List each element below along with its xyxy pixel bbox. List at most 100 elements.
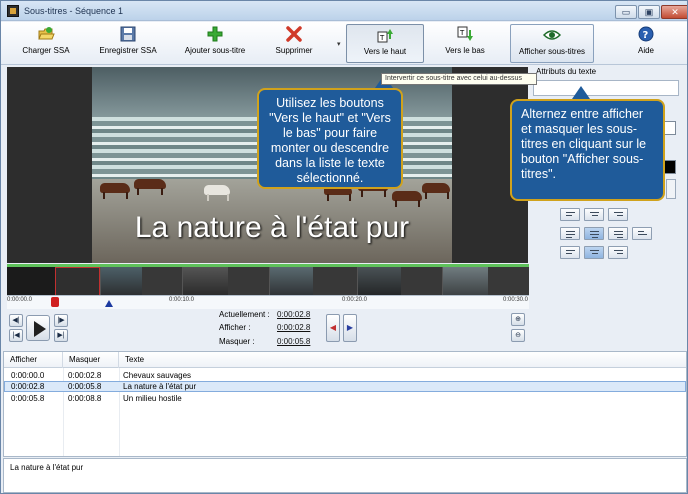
horse-shape	[204, 185, 230, 201]
zoom-out-button[interactable]: ⊖	[511, 329, 525, 342]
subtitle-text-editor[interactable]: La nature à l'état pur	[3, 458, 687, 493]
go-start-button[interactable]: |◀	[9, 329, 23, 342]
align-middle-center-button[interactable]	[584, 227, 604, 240]
ruler-tick-label: 0:00:30.0	[503, 297, 529, 303]
title-bar: Sous-titres - Séquence 1 ▭ ▣ ✕	[1, 1, 687, 21]
row-show-time: 0:00:02.8	[11, 382, 45, 391]
thumbnail	[182, 267, 228, 296]
load-ssa-button[interactable]: Charger SSA	[11, 24, 81, 63]
add-subtitle-label: Ajouter sous-titre	[184, 46, 246, 55]
align-top-left-button[interactable]	[560, 208, 580, 221]
app-icon	[7, 5, 19, 17]
go-end-button[interactable]: ▶|	[54, 329, 68, 342]
show-subtitles-button[interactable]: Afficher sous-titres	[510, 24, 594, 63]
table-row-selected[interactable]: 0:00:02.8 0:00:05.8 La nature à l'état p…	[4, 381, 686, 392]
font-select[interactable]	[533, 80, 679, 96]
subtitle-list[interactable]: Afficher Masquer Texte 0:00:00.0 0:00:02…	[3, 351, 687, 457]
thumbnail	[269, 267, 313, 296]
align-middle-left-button[interactable]	[560, 227, 580, 240]
delete-dropdown-arrow[interactable]: ▾	[337, 40, 341, 48]
play-button[interactable]	[26, 315, 50, 341]
align-extra-button[interactable]	[632, 227, 652, 240]
thumbnail-strip	[7, 267, 529, 296]
row-show-time: 0:00:00.0	[11, 371, 45, 380]
align-top-right-button[interactable]	[608, 208, 628, 221]
row-hide-time: 0:00:08.8	[68, 394, 102, 403]
callout-move-buttons: Utilisez les boutons "Vers le haut" et "…	[257, 75, 403, 189]
window-title: Sous-titres - Séquence 1	[24, 6, 124, 16]
move-down-icon: T	[456, 26, 474, 42]
align-top-center-button[interactable]	[584, 208, 604, 221]
show-time-label: Afficher :	[219, 323, 251, 332]
size-spinner[interactable]	[666, 179, 676, 199]
toolbar: Charger SSA Enregistrer SSA Ajouter sous…	[1, 22, 687, 65]
ruler-tick-label: 0:00:20.0	[342, 297, 368, 303]
help-button[interactable]: ? Aide	[621, 24, 671, 63]
horse-shape	[422, 183, 450, 199]
show-subtitles-label: Afficher sous-titres	[518, 47, 586, 56]
column-header-hide[interactable]: Masquer	[63, 352, 119, 368]
svg-text:T: T	[459, 29, 465, 37]
callout-show-subtitles: Alternez entre afficher et masquer les s…	[510, 86, 665, 201]
video-subtitle-text: La nature à l'état pur	[134, 211, 410, 244]
add-subtitle-button[interactable]: Ajouter sous-titre	[177, 24, 253, 63]
align-bottom-right-button[interactable]	[608, 246, 628, 259]
move-down-button[interactable]: T Vers le bas	[435, 24, 495, 63]
list-header: Afficher Masquer Texte	[4, 352, 686, 368]
maximize-button[interactable]: ▣	[638, 5, 660, 19]
hide-time-label: Masquer :	[219, 337, 255, 346]
move-down-label: Vers le bas	[445, 46, 485, 55]
plus-icon	[206, 26, 224, 42]
minimize-button[interactable]: ▭	[615, 5, 637, 19]
move-up-label: Vers le haut	[363, 47, 407, 56]
zoom-in-button[interactable]: ⊕	[511, 313, 525, 326]
table-row[interactable]: 0:00:05.8 0:00:08.8 Un milieu hostile	[4, 393, 686, 404]
horse-shape	[134, 179, 166, 195]
eye-icon	[542, 27, 562, 43]
ruler-tick-label: 0:00:00.0	[7, 297, 33, 303]
step-forward-button[interactable]: |▶	[54, 314, 68, 327]
hide-time-value[interactable]: 0:00:05.8	[277, 337, 310, 346]
save-ssa-button[interactable]: Enregistrer SSA	[93, 24, 163, 63]
row-show-time: 0:00:05.8	[11, 394, 45, 403]
column-header-show[interactable]: Afficher	[4, 352, 63, 368]
column-header-text[interactable]: Texte	[119, 352, 686, 368]
row-text: Un milieu hostile	[123, 394, 182, 403]
thumbnail	[7, 267, 55, 296]
delete-button[interactable]: Supprimer	[266, 24, 322, 63]
delete-x-icon	[285, 26, 303, 42]
save-ssa-label: Enregistrer SSA	[99, 46, 157, 55]
thumbnail	[357, 267, 401, 296]
move-up-icon: T	[376, 27, 394, 43]
row-text: Chevaux sauvages	[123, 371, 192, 380]
set-show-time-button[interactable]: ◀	[326, 314, 340, 342]
time-ruler[interactable]: 0:00:00.0 0:00:10.0 0:00:20.0 0:00:30.0	[7, 295, 529, 309]
floppy-disk-icon	[119, 26, 137, 42]
align-middle-right-button[interactable]	[608, 227, 628, 240]
thumbnail	[55, 267, 100, 296]
show-time-value[interactable]: 0:00:02.8	[277, 323, 310, 332]
horse-shape	[100, 183, 130, 199]
align-bottom-center-button[interactable]	[584, 246, 604, 259]
load-ssa-label: Charger SSA	[22, 46, 70, 55]
close-button[interactable]: ✕	[661, 5, 687, 19]
thumbnail	[442, 267, 488, 296]
row-text: La nature à l'état pur	[123, 382, 197, 391]
current-time-label: Actuellement :	[219, 310, 270, 319]
text-attributes-label: Attributs du texte	[536, 67, 597, 76]
help-icon: ?	[637, 26, 655, 42]
playhead-marker[interactable]	[51, 297, 59, 307]
move-up-tooltip: Intervertir ce sous-titre avec celui au-…	[381, 73, 537, 85]
editor-text: La nature à l'état pur	[10, 463, 84, 472]
current-time-value: 0:00:02.8	[277, 310, 311, 319]
set-hide-time-button[interactable]: ▶	[343, 314, 357, 342]
folder-open-icon	[37, 26, 55, 42]
move-up-button[interactable]: T Vers le haut	[346, 24, 424, 63]
svg-text:T: T	[379, 34, 385, 42]
subtitle-range-marker[interactable]	[105, 300, 113, 307]
table-row[interactable]: 0:00:00.0 0:00:02.8 Chevaux sauvages	[4, 370, 686, 381]
step-back-button[interactable]: ◀|	[9, 314, 23, 327]
delete-label: Supprimer	[275, 46, 313, 55]
row-hide-time: 0:00:05.8	[68, 382, 102, 391]
align-bottom-left-button[interactable]	[560, 246, 580, 259]
